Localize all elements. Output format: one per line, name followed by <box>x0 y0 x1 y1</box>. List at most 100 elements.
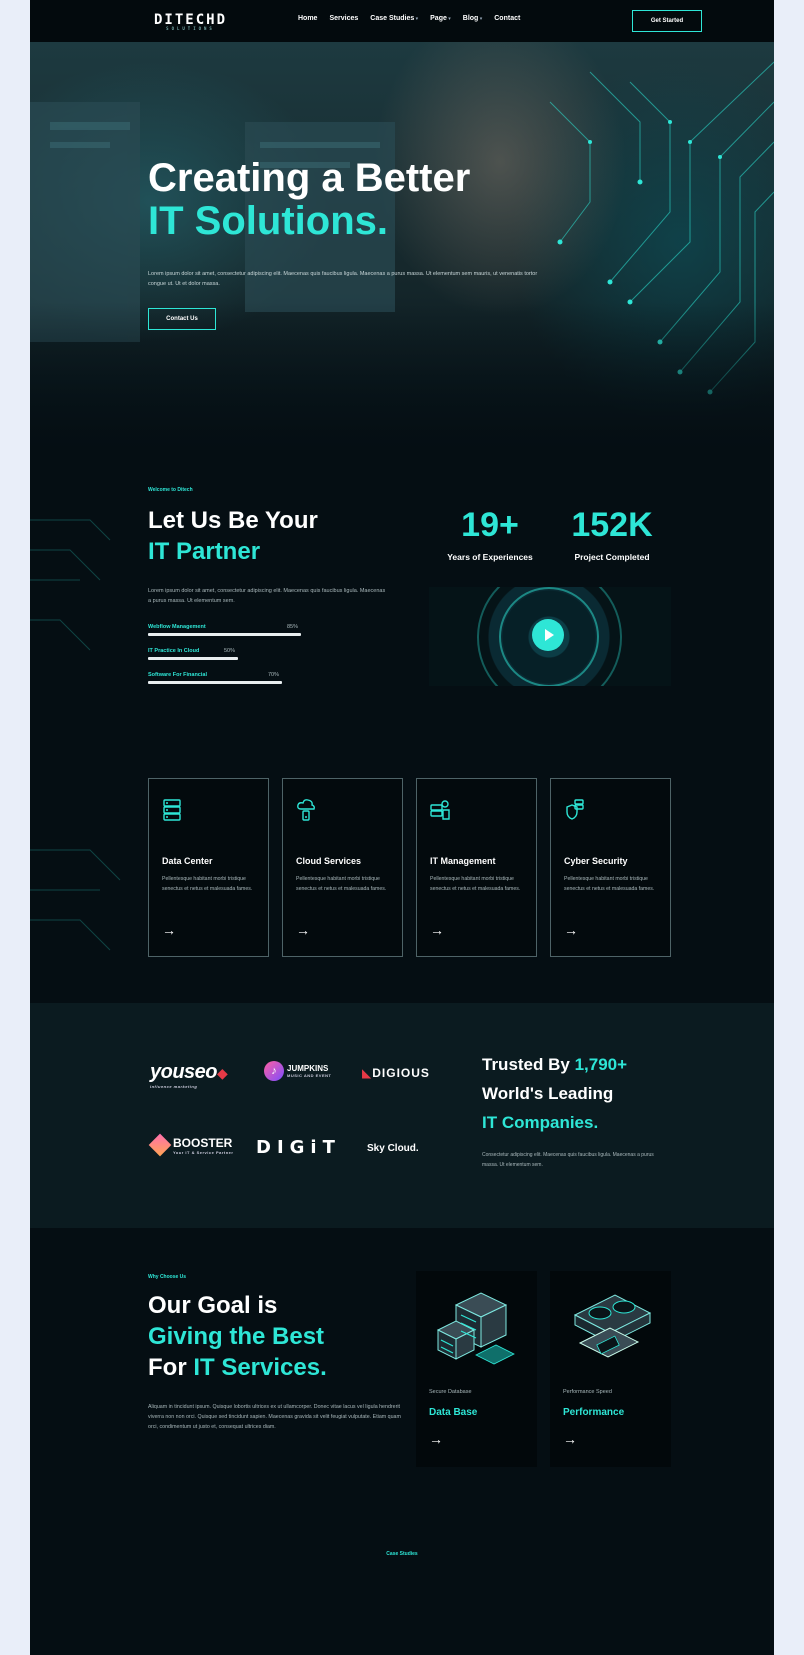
brand-logo-youseo[interactable]: youseo◆ Influence marketing <box>150 1061 228 1089</box>
landing-page: DITECHD SOLUTIONS Home Services Case Stu… <box>30 0 774 1655</box>
arrow-right-icon[interactable]: → <box>564 922 578 938</box>
menu-item-page[interactable]: Page ▾ <box>430 15 451 22</box>
trusted-count: 1,790+ <box>574 1055 628 1074</box>
menu-item-contact[interactable]: Contact <box>494 15 520 22</box>
main-menu: Home Services Case Studies ▾ Page ▾ Blog… <box>298 15 520 22</box>
chevron-down-icon: ▾ <box>478 16 483 22</box>
hero-title-line2: IT Solutions. <box>148 199 388 243</box>
service-title: Cloud Services <box>296 856 362 866</box>
trusted-title-prefix: Trusted By <box>482 1055 575 1074</box>
partner-title-line2: IT Partner <box>148 538 261 565</box>
brand-logo-skycloud[interactable]: Sky Cloud. <box>367 1143 419 1154</box>
top-navigation: DITECHD SOLUTIONS Home Services Case Stu… <box>30 0 774 42</box>
feature-card-database[interactable]: Secure Database Data Base → <box>416 1271 537 1467</box>
video-thumbnail[interactable] <box>429 587 671 686</box>
skill-it-practice-cloud: IT Practice In Cloud 50% <box>148 648 328 660</box>
hero-description: Lorem ipsum dolor sit amet, consectetur … <box>148 271 538 287</box>
hero-title-line1: Creating a Better <box>148 156 471 200</box>
brand-name: JUMPKINS <box>287 1064 329 1073</box>
feature-subtitle: Secure Database <box>429 1389 472 1395</box>
gpu-card-icon <box>573 1294 652 1358</box>
skill-software-financial: Software For Financial 70% <box>148 672 340 684</box>
trusted-title-line3: IT Companies. <box>482 1113 599 1132</box>
skill-percent: 85% <box>287 624 299 630</box>
goal-title-line2: Giving the Best <box>148 1323 325 1350</box>
cloud-services-icon <box>297 799 315 821</box>
feature-card-performance[interactable]: Performance Speed Performance → <box>550 1271 671 1467</box>
stat-years-label: Years of Experiences <box>447 552 533 562</box>
brand-logo-digious[interactable]: ◣DIGIOUS <box>362 1066 430 1080</box>
menu-item-services[interactable]: Services <box>329 15 358 22</box>
service-description: Pellentesque habitant morbi tristique se… <box>564 876 655 892</box>
brand-subtitle: Influence marketing <box>150 1084 198 1089</box>
play-icon[interactable] <box>532 619 564 651</box>
arrow-right-icon[interactable]: → <box>162 922 176 938</box>
trusted-title: Trusted By 1,790+ World's Leading IT Com… <box>482 1050 627 1137</box>
service-description: Pellentesque habitant morbi tristique se… <box>430 876 521 892</box>
skill-webflow-management: Webflow Management 85% <box>148 624 328 636</box>
data-center-icon <box>163 799 181 821</box>
menu-item-home[interactable]: Home <box>298 15 317 22</box>
goal-title: Our Goal is Giving the Best For IT Servi… <box>148 1290 327 1383</box>
goal-title-line1: Our Goal is <box>148 1292 278 1319</box>
hero-fade-overlay <box>30 302 774 452</box>
skill-label: IT Practice In Cloud <box>148 648 200 654</box>
site-logo[interactable]: DITECHD SOLUTIONS <box>154 12 227 31</box>
music-note-icon: ♪ <box>264 1061 284 1081</box>
menu-label: Blog <box>462 15 479 22</box>
skill-percent: 70% <box>268 672 280 678</box>
service-title: Data Center <box>162 856 213 866</box>
feature-title: Performance <box>563 1407 625 1418</box>
hero-section: Creating a Better IT Solutions. Lorem ip… <box>30 42 774 452</box>
service-card-it-management[interactable]: IT Management Pellentesque habitant morb… <box>416 778 537 957</box>
brand-logo-jumpkins[interactable]: ♪ JUMPKINS MUSIC AND EVENT <box>264 1061 331 1081</box>
brand-subtitle: MUSIC AND EVENT <box>287 1073 332 1078</box>
partner-title: Let Us Be Your IT Partner <box>148 505 318 567</box>
menu-label: Contact <box>494 15 521 22</box>
trusted-description: Consectetur adipiscing elit. Maecenas qu… <box>482 1152 654 1168</box>
brand-name: youseo <box>150 1061 218 1083</box>
arrow-right-icon[interactable]: → <box>430 922 444 938</box>
service-description: Pellentesque habitant morbi tristique se… <box>296 876 387 892</box>
hero-title: Creating a Better IT Solutions. <box>148 157 470 243</box>
brand-logo-booster[interactable]: BOOSTER Your IT & Service Partner <box>148 1133 233 1157</box>
trusted-section: youseo◆ Influence marketing ♪ JUMPKINS MU… <box>30 1003 774 1228</box>
cyber-security-icon <box>566 799 584 820</box>
menu-item-blog[interactable]: Blog ▾ <box>463 15 482 22</box>
cube-icon <box>148 1133 172 1157</box>
menu-label: Page <box>430 15 447 22</box>
service-title: IT Management <box>430 856 496 866</box>
arrow-right-icon[interactable]: → <box>563 1431 577 1447</box>
it-management-icon <box>430 800 450 820</box>
chevron-down-icon: ▾ <box>414 16 419 22</box>
arrow-right-icon[interactable]: → <box>296 922 310 938</box>
skill-progress-bar <box>148 633 301 636</box>
menu-label: Case Studies <box>370 15 415 22</box>
trusted-title-line2: World's Leading <box>482 1084 614 1103</box>
service-card-cyber-security[interactable]: Cyber Security Pellentesque habitant mor… <box>550 778 671 957</box>
service-description: Pellentesque habitant morbi tristique se… <box>162 876 253 892</box>
partner-eyebrow: Welcome to Ditech <box>148 487 193 493</box>
brand-logo-digit[interactable]: DIGiT <box>256 1137 341 1158</box>
goal-title-line3-accent: IT Services. <box>193 1354 327 1381</box>
service-card-data-center[interactable]: Data Center Pellentesque habitant morbi … <box>148 778 269 957</box>
skill-progress-bar <box>148 657 238 660</box>
arrow-right-icon[interactable]: → <box>429 1431 443 1447</box>
menu-label: Services <box>329 15 359 22</box>
chevron-shape-icon: ◣ <box>362 1066 373 1080</box>
goal-title-line3-prefix: For <box>148 1354 194 1381</box>
goal-description: Aliquam in tincidunt ipsum. Quisque lobo… <box>148 1404 401 1430</box>
get-started-button[interactable]: Get Started <box>632 10 702 32</box>
menu-label: Home <box>298 15 318 22</box>
service-card-cloud-services[interactable]: Cloud Services Pellentesque habitant mor… <box>282 778 403 957</box>
case-studies-eyebrow: Case Studies <box>386 1551 418 1557</box>
stat-years-value: 19+ <box>461 506 519 544</box>
skill-label: Webflow Management <box>148 624 206 630</box>
skill-percent: 50% <box>224 648 236 654</box>
contact-us-button[interactable]: Contact Us <box>148 308 216 330</box>
stat-projects-label: Project Completed <box>574 552 650 562</box>
partner-title-line1: Let Us Be Your <box>148 507 318 534</box>
menu-item-case-studies[interactable]: Case Studies ▾ <box>370 15 418 22</box>
chevron-down-icon: ▾ <box>446 16 451 22</box>
brand-name: BOOSTER <box>173 1135 233 1150</box>
